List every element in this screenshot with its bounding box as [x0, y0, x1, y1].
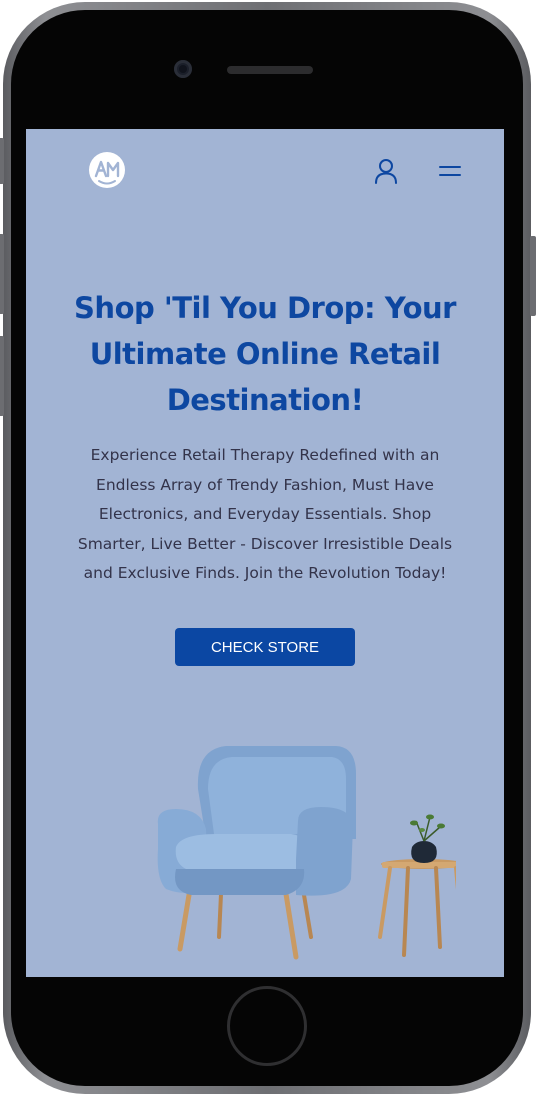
mute-switch	[0, 138, 4, 184]
description-line: Smarter, Live Better - Discover Irresist…	[77, 534, 453, 553]
hero-headline: Shop 'Til You Drop: Your Ultimate Online…	[56, 285, 474, 423]
volume-down-button	[0, 336, 4, 416]
home-button[interactable]	[227, 986, 307, 1066]
headline-line: Shop 'Til You Drop: Your	[74, 291, 456, 325]
power-button	[530, 236, 536, 316]
description-line: and Exclusive Finds. Join the Revolution…	[83, 564, 447, 582]
volume-up-button	[0, 234, 4, 314]
earpiece-speaker	[227, 66, 313, 74]
user-icon[interactable]	[374, 158, 398, 184]
hero-description: Experience Retail Therapy Redefined with…	[48, 441, 482, 589]
brand-logo-icon[interactable]	[87, 150, 127, 190]
hamburger-menu-icon[interactable]	[439, 162, 461, 180]
app-screen: Shop 'Til You Drop: Your Ultimate Online…	[26, 129, 504, 977]
check-store-button[interactable]: CHECK STORE	[175, 628, 355, 666]
front-camera	[174, 60, 192, 78]
description-line: Electronics, and Everyday Essentials. Sh…	[98, 505, 432, 523]
description-line: Experience Retail Therapy Redefined with…	[90, 446, 440, 464]
armchair-hero-image	[157, 746, 456, 960]
headline-line: Ultimate Online Retail	[89, 337, 441, 371]
description-line: Endless Array of Trendy Fashion, Must Ha…	[96, 475, 434, 494]
headline-line: Destination!	[166, 383, 364, 417]
